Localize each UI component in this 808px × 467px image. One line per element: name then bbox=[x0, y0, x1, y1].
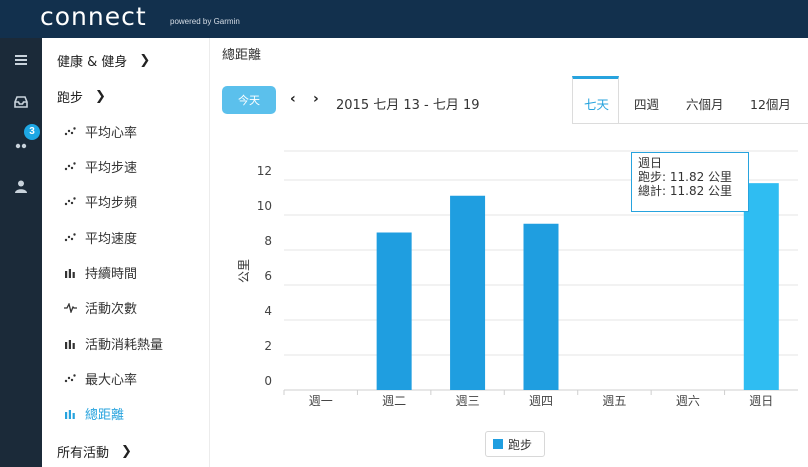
chart-tooltip: 週日 跑步: 11.82 公里 總計: 11.82 公里 bbox=[631, 152, 749, 212]
bar-4[interactable] bbox=[523, 223, 559, 390]
sidebar-item-activity-count[interactable]: 活動次數 bbox=[63, 298, 137, 317]
sidebar-header-label: 健康 & 健身 bbox=[57, 55, 128, 70]
sidebar-header-label: 所有活動 bbox=[57, 446, 110, 461]
sidebar-item-label: 平均心率 bbox=[85, 126, 138, 141]
sidebar-item-duration[interactable]: 持續時間 bbox=[63, 263, 137, 282]
x-tick-label: 週六 bbox=[676, 394, 700, 408]
top-header: connect powered by Garmin bbox=[0, 0, 808, 38]
sidebar-item-label: 平均步頻 bbox=[85, 196, 138, 211]
chevron-right-icon: ❯ bbox=[121, 444, 132, 459]
x-tick-label: 週二 bbox=[382, 394, 406, 408]
sidebar-item-avg-heart-rate[interactable]: 平均心率 bbox=[63, 122, 137, 141]
sidebar-item-avg-speed[interactable]: 平均速度 bbox=[63, 228, 137, 247]
sidebar-header-running[interactable]: 跑步 ❯ bbox=[57, 87, 106, 106]
main-panel: 總距離 今天 ‹ › 2015 七月 13 - 七月 19 七天 四週 六個月 … bbox=[210, 38, 808, 467]
chevron-right-icon: ❯ bbox=[139, 53, 151, 68]
sidebar-item-label: 總距離 bbox=[85, 408, 125, 423]
connect-logo[interactable]: connect bbox=[40, 3, 147, 31]
notification-badge[interactable]: 3 bbox=[24, 124, 40, 140]
bar-3[interactable] bbox=[450, 195, 486, 390]
user-icon[interactable] bbox=[11, 176, 31, 196]
y-tick-label: 6 bbox=[264, 269, 272, 283]
y-tick-label: 4 bbox=[264, 304, 272, 318]
distance-chart: 0 2 4 6 8 10 12 週一 週二 週三 週四 週五 週六 週日 公里 bbox=[237, 150, 798, 408]
sidebar-item-label: 持續時間 bbox=[85, 267, 138, 282]
chart-legend[interactable]: 跑步 bbox=[485, 431, 545, 457]
y-tick-label: 2 bbox=[264, 339, 272, 353]
sidebar-item-max-heart-rate[interactable]: 最大心率 bbox=[63, 369, 137, 388]
sidebar-header-all-activities[interactable]: 所有活動 ❯ bbox=[57, 442, 132, 461]
inbox-icon[interactable] bbox=[11, 92, 31, 112]
sidebar-item-label: 平均速度 bbox=[85, 232, 138, 247]
legend-swatch bbox=[493, 439, 503, 449]
sidebar-item-avg-cadence[interactable]: 平均步頻 bbox=[63, 192, 137, 211]
scatter-icon bbox=[63, 197, 77, 206]
x-tick-label: 週四 bbox=[529, 394, 553, 408]
y-axis-label: 公里 bbox=[237, 259, 251, 283]
sidebar-header-label: 跑步 bbox=[57, 91, 84, 106]
sidebar-item-label: 活動消耗熱量 bbox=[85, 338, 164, 353]
tooltip-title: 週日 bbox=[638, 156, 663, 170]
bar-icon bbox=[63, 339, 77, 349]
icon-rail: 3 bbox=[0, 38, 42, 467]
sidebar-item-label: 平均步速 bbox=[85, 161, 138, 176]
sidebar-item-label: 活動次數 bbox=[85, 302, 138, 317]
sidebar-item-label: 最大心率 bbox=[85, 373, 138, 388]
sidebar-item-total-distance[interactable]: 總距離 bbox=[63, 404, 124, 423]
scatter-icon bbox=[63, 233, 77, 242]
y-tick-label: 12 bbox=[257, 164, 272, 178]
y-tick-label: 0 bbox=[264, 374, 272, 388]
tooltip-line-total: 總計: 11.82 公里 bbox=[638, 184, 733, 198]
scatter-icon bbox=[63, 162, 77, 171]
scatter-icon bbox=[63, 127, 77, 136]
x-tick-label: 週五 bbox=[602, 394, 626, 408]
logo-subtitle: powered by Garmin bbox=[170, 17, 240, 26]
y-tick-label: 10 bbox=[257, 199, 272, 213]
bar-icon bbox=[63, 409, 77, 419]
legend-label: 跑步 bbox=[508, 437, 533, 452]
sidebar: 健康 & 健身 ❯ 跑步 ❯ 平均心率 平均步速 平均步頻 平均速度 持續時間 … bbox=[42, 38, 210, 467]
x-tick-label: 週一 bbox=[309, 394, 333, 408]
y-tick-label: 8 bbox=[264, 234, 272, 248]
sidebar-header-health[interactable]: 健康 & 健身 ❯ bbox=[57, 51, 150, 70]
bar-7[interactable] bbox=[743, 183, 779, 390]
chevron-right-icon: ❯ bbox=[95, 89, 106, 104]
sidebar-item-avg-pace[interactable]: 平均步速 bbox=[63, 157, 137, 176]
x-tick-label: 週日 bbox=[749, 394, 773, 408]
sidebar-item-calories[interactable]: 活動消耗熱量 bbox=[63, 334, 163, 353]
x-tick-label: 週三 bbox=[456, 394, 480, 408]
tooltip-line-run: 跑步: 11.82 公里 bbox=[638, 170, 733, 184]
pulse-icon bbox=[63, 302, 77, 313]
bar-icon bbox=[63, 268, 77, 278]
menu-icon[interactable] bbox=[11, 50, 31, 70]
bar-2[interactable] bbox=[376, 232, 412, 391]
scatter-icon bbox=[63, 374, 77, 383]
